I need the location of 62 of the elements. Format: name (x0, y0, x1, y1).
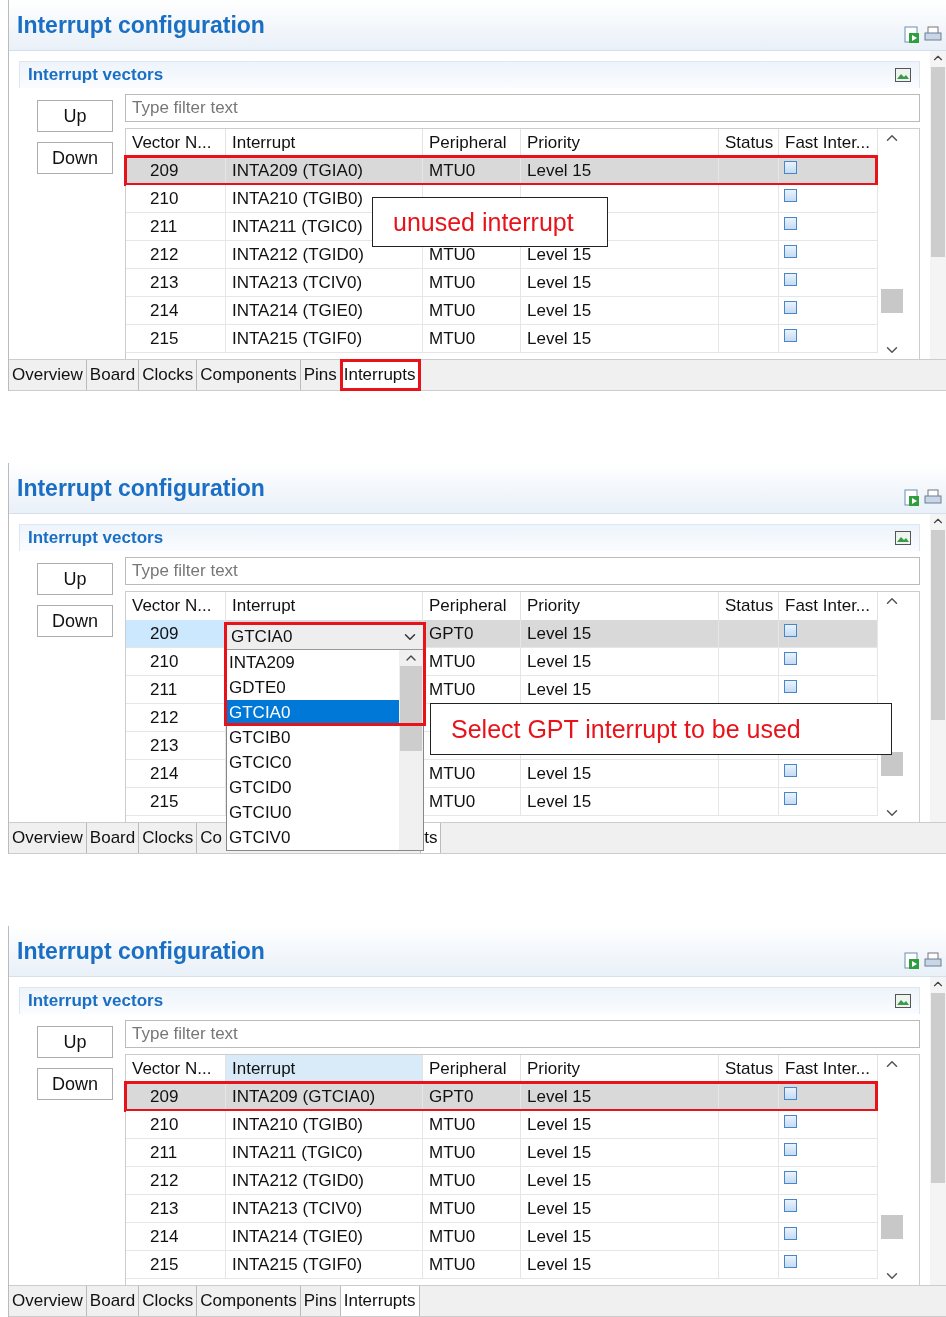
priority-cell: Level 15 (521, 1111, 719, 1138)
priority-cell: Level 15 (521, 1223, 719, 1250)
interrupt-cell: INTA210 (TGIB0) (226, 1111, 423, 1138)
priority-cell: Level 15 (521, 1083, 719, 1110)
interrupt-cell: INTA209 (TGIA0) (226, 157, 423, 184)
interrupt-cell: INTA213 (TCIV0) (226, 1195, 423, 1222)
editor-title: Interrupt configuration (17, 937, 265, 965)
priority-cell: Level 15 (521, 648, 719, 675)
vector-cell: 212 (126, 1167, 226, 1194)
peripheral-cell: MTU0 (423, 1195, 521, 1222)
vector-cell: 209 (126, 157, 226, 184)
interrupt-cell: INTA209 (GTCIA0) (226, 1083, 423, 1110)
interrupt-cell: INTA213 (TCIV0) (226, 269, 423, 296)
interrupt-cell: INTA211 (TGIC0) (226, 1139, 423, 1166)
interrupt-cell: INTA214 (TGIE0) (226, 1223, 423, 1250)
priority-cell: Level 15 (521, 1251, 719, 1278)
vector-cell: 210 (126, 1111, 226, 1138)
vector-cell: 213 (126, 1195, 226, 1222)
priority-cell: Level 15 (521, 269, 719, 296)
peripheral-cell: MTU0 (423, 1139, 521, 1166)
vector-cell: 209 (126, 620, 226, 647)
vector-cell: 213 (126, 269, 226, 296)
interrupt-cell: INTA212 (TGID0) (226, 1167, 423, 1194)
priority-cell: Level 15 (521, 788, 719, 815)
priority-cell: Level 15 (521, 1139, 719, 1166)
priority-cell: Level 15 (521, 297, 719, 324)
peripheral-cell: MTU0 (423, 297, 521, 324)
priority-cell: Level 15 (521, 1167, 719, 1194)
vector-cell: 215 (126, 1251, 226, 1278)
interrupt-cell: INTA215 (TGIF0) (226, 1251, 423, 1278)
callout-note: unused interrupt (372, 197, 608, 247)
section-title: Interrupt vectors (28, 991, 164, 1011)
vector-cell: 211 (126, 1139, 226, 1166)
vector-cell: 215 (126, 325, 226, 352)
vector-cell: 211 (126, 213, 226, 240)
interrupt-cell: INTA215 (TGIF0) (226, 325, 423, 352)
peripheral-cell: MTU0 (423, 1111, 521, 1138)
callout-note: Select GPT interrupt to be used (430, 703, 892, 755)
vector-cell: 214 (126, 297, 226, 324)
vector-cell: 210 (126, 185, 226, 212)
priority-cell: Level 15 (521, 760, 719, 787)
peripheral-cell: MTU0 (423, 1223, 521, 1250)
editor-title: Interrupt configuration (17, 11, 265, 39)
vector-cell: 209 (126, 1083, 226, 1110)
priority-cell: Level 15 (521, 157, 719, 184)
peripheral-cell: MTU0 (423, 157, 521, 184)
vector-cell: 211 (126, 676, 226, 703)
vector-cell: 212 (126, 241, 226, 268)
priority-cell: Level 15 (521, 620, 719, 647)
section-title: Interrupt vectors (28, 65, 164, 85)
peripheral-cell: GPT0 (423, 1083, 521, 1110)
peripheral-cell: MTU0 (423, 1251, 521, 1278)
editor-title: Interrupt configuration (17, 474, 265, 502)
peripheral-cell: MTU0 (423, 269, 521, 296)
vector-cell: 214 (126, 1223, 226, 1250)
peripheral-cell: MTU0 (423, 1167, 521, 1194)
peripheral-cell: MTU0 (423, 325, 521, 352)
section-title: Interrupt vectors (28, 528, 164, 548)
vector-cell: 210 (126, 648, 226, 675)
interrupt-cell: INTA214 (TGIE0) (226, 297, 423, 324)
priority-cell: Level 15 (521, 325, 719, 352)
priority-cell: Level 15 (521, 1195, 719, 1222)
